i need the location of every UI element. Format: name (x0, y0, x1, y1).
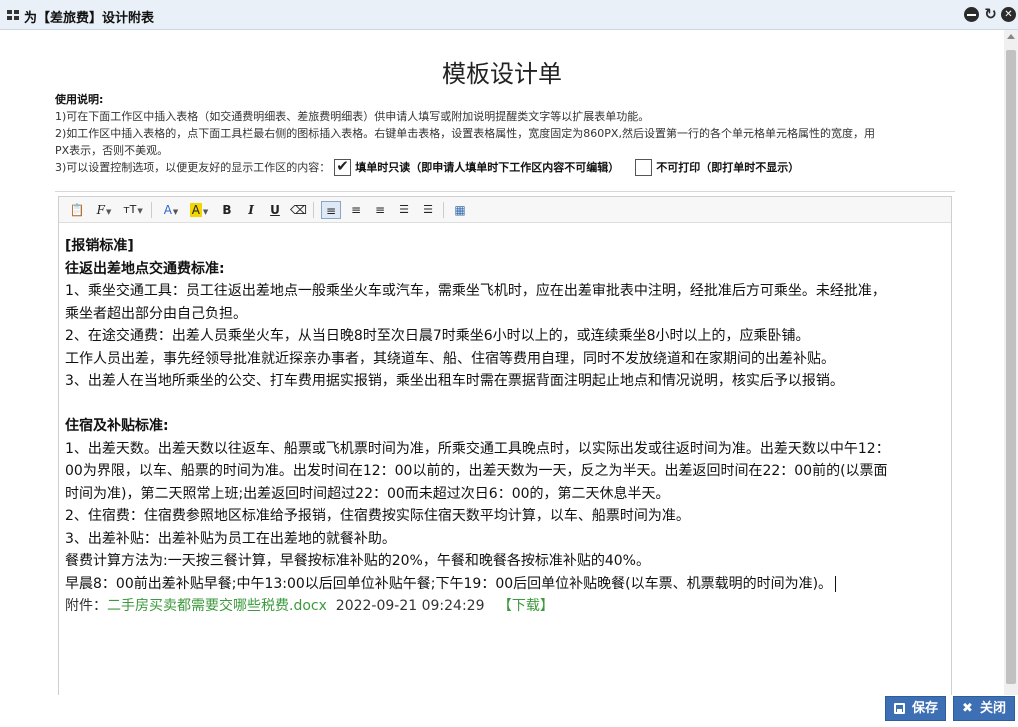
attachment-label: 附件： (65, 598, 107, 614)
underline-icon[interactable]: U (267, 201, 283, 219)
usage-line-2a: 2)如工作区中插入表格的，点下面工具栏最右侧的图标插入表格。右键单击表格，设置表… (55, 127, 875, 140)
window-title: 为【差旅费】设计附表 (24, 11, 155, 26)
usage-instructions: 使用说明: 1)可在下面工作区中插入表格（如交通费明细表、差旅费明细表）供申请人… (55, 91, 955, 176)
grid-icon (7, 10, 19, 20)
page-title: 模板设计单 (442, 60, 562, 88)
rich-text-editor[interactable]: 📋 F▼ тT▼ A▼ A ▼ B I U ⌫ ≡ ≡ ≡ ☰ ☰ ▦ [报销标准… (58, 196, 952, 695)
font-color-icon[interactable]: A▼ (160, 201, 182, 219)
usage-heading: 使用说明: (55, 93, 104, 106)
align-center-icon[interactable]: ≡ (346, 201, 366, 219)
ordered-list-icon[interactable]: ☰ (394, 201, 414, 219)
editor-line: 1、乘坐交通工具：员工往返出差地点一般乘坐火车或汽车，需乘坐飞机时，应在出差审批… (65, 283, 886, 299)
editor-toolbar: 📋 F▼ тT▼ A▼ A ▼ B I U ⌫ ≡ ≡ ≡ ☰ ☰ ▦ (59, 197, 951, 223)
restore-icon[interactable]: ↻ (983, 7, 998, 22)
usage-options-row: 3)可以设置控制选项，以便更友好的显示工作区的内容： 填单时只读（即申请人填单时… (55, 158, 955, 176)
editor-line: 工作人员出差，事先经领导批准就近探亲办事者，其绕道车、船、住宿等费用自理，同时不… (65, 350, 835, 367)
window-titlebar: 为【差旅费】设计附表 ↻ ✕ (0, 0, 1018, 30)
unordered-list-icon[interactable]: ☰ (418, 201, 438, 219)
save-button[interactable]: 保存 (885, 696, 946, 721)
italic-icon[interactable]: I (243, 201, 259, 219)
bold-icon[interactable]: B (219, 201, 235, 219)
toolbar-separator (313, 202, 314, 218)
editor-line: 3、出差补贴：出差补贴为员工在出差地的就餐补助。 (65, 530, 396, 547)
insert-table-icon[interactable]: ▦ (450, 201, 470, 219)
editor-line: 2、住宿费：住宿费参照地区标准给予报销，住宿费按实际住宿天数平均计算，以车、船票… (65, 508, 690, 524)
minimize-icon[interactable] (964, 7, 979, 22)
scroll-up-icon[interactable] (1007, 34, 1015, 39)
editor-line-with-cursor: 早晨8：00前出差补贴早餐;中午13:00以后回单位补贴午餐;下午19：00后回… (65, 573, 945, 596)
font-family-icon[interactable]: F▼ (92, 201, 116, 219)
vertical-scrollbar[interactable] (1004, 30, 1018, 695)
toolbar-separator (443, 202, 444, 218)
toolbar-separator (151, 202, 152, 218)
attachment-download-link[interactable]: 【下载】 (498, 598, 554, 614)
scrollbar-thumb[interactable] (1006, 50, 1016, 684)
editor-line: 早晨8：00前出差补贴早餐;中午13:00以后回单位补贴午餐;下午19：00后回… (65, 575, 833, 592)
attachment-row: 附件：二手房买卖都需要交哪些税费.docx 2022-09-21 09:24:2… (65, 595, 945, 618)
eraser-icon[interactable]: ⌫ (290, 201, 307, 219)
dialog-content: 模板设计单 使用说明: 1)可在下面工作区中插入表格（如交通费明细表、差旅费明细… (0, 30, 1004, 695)
readonly-checkbox[interactable] (334, 158, 352, 176)
noprint-checkbox[interactable] (635, 159, 653, 176)
editor-line: 3、出差人在当地所乘坐的公交、打车费用据实报销，乘坐出租车时需在票据背面注明起止… (65, 373, 844, 389)
align-right-icon[interactable]: ≡ (370, 201, 390, 219)
save-button-label: 保存 (912, 701, 939, 716)
editor-line: 往返出差地点交通费标准: (65, 260, 225, 277)
usage-line-1: 1)可在下面工作区中插入表格（如交通费明细表、差旅费明细表）供申请人填写或附加说… (55, 110, 650, 123)
usage-line-2b: PX表示，否则不美观。 (55, 144, 169, 157)
readonly-option-label: 填单时只读（即申请人填单时下工作区内容不可编辑） (355, 161, 620, 174)
text-cursor (835, 575, 837, 592)
editor-line: 2、在途交通费：出差人员乘坐火车，从当日晚8时至次日晨7时乘坐6小时以上的，或连… (65, 328, 810, 344)
dialog-footer: 保存 ✖ 关闭 (0, 695, 1018, 727)
close-button-label: 关闭 (980, 701, 1007, 716)
editor-body[interactable]: [报销标准] 往返出差地点交通费标准: 1、乘坐交通工具：员工往返出差地点一般乘… (65, 235, 945, 618)
close-button[interactable]: ✖ 关闭 (953, 696, 1015, 721)
editor-line: 住宿及补贴标准: (65, 418, 169, 434)
attachment-datetime: 2022-09-21 09:24:29 (335, 598, 485, 614)
highlight-color-icon[interactable]: A ▼ (187, 201, 211, 219)
editor-line: [报销标准] (65, 238, 134, 254)
editor-line: 乘坐者超出部分由自己负担。 (65, 305, 247, 322)
usage-line-3: 3)可以设置控制选项，以便更友好的显示工作区的内容： (55, 161, 331, 174)
editor-line: 00为界限，以车、船票的时间为准。出发时间在12：00以前的，出差天数为一天，反… (65, 463, 888, 479)
section-divider (55, 191, 955, 192)
align-left-icon[interactable]: ≡ (321, 201, 341, 219)
close-window-icon[interactable]: ✕ (1001, 7, 1016, 22)
editor-blank-line (65, 393, 945, 416)
editor-line: 时间为准)，第二天照常上班;出差返回时间超过22：00而未超过次日6：00的，第… (65, 485, 670, 502)
font-size-icon[interactable]: тT▼ (121, 201, 145, 219)
save-icon (894, 703, 905, 714)
editor-line: 餐费计算方法为:一天按三餐计算，早餐按标准补贴的20%，午餐和晚餐各按标准补贴的… (65, 553, 650, 569)
paste-icon[interactable]: 📋 (69, 201, 85, 219)
noprint-option-label: 不可打印（即打单时不显示） (656, 161, 800, 174)
attachment-filename-link[interactable]: 二手房买卖都需要交哪些税费.docx (107, 598, 327, 614)
close-icon: ✖ (962, 701, 973, 716)
editor-line: 1、出差天数。出差天数以往返车、船票或飞机票时间为准，所乘交通工具晚点时，以实际… (65, 440, 890, 457)
